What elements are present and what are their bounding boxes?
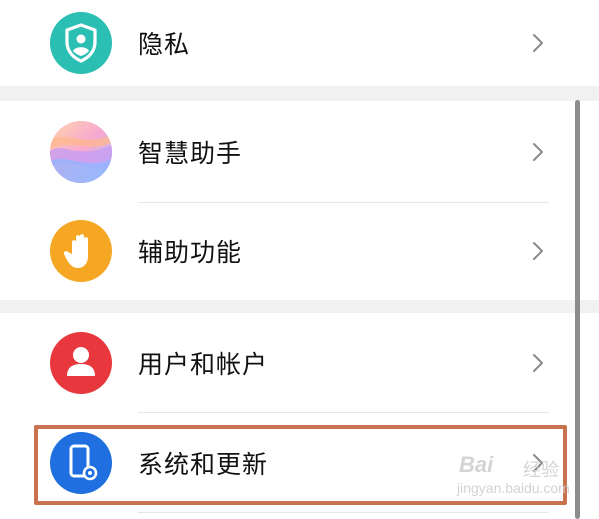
chevron-right-icon bbox=[533, 454, 543, 472]
settings-item-label: 隐私 bbox=[138, 30, 191, 59]
settings-group-privacy: 隐私 bbox=[0, 0, 599, 86]
hand-icon bbox=[50, 220, 112, 282]
chevron-right-icon bbox=[533, 34, 543, 52]
settings-item-label: 用户和帐户 bbox=[138, 350, 269, 379]
settings-item-users-accounts[interactable]: 用户和帐户 bbox=[0, 314, 599, 412]
settings-item-label: 辅助功能 bbox=[138, 238, 243, 267]
settings-item-accessibility[interactable]: 辅助功能 bbox=[0, 202, 599, 300]
settings-screen: 隐私 智慧助手 辅助功能 用户和帐户 系统和更新 Bai 经验 jingyan.… bbox=[0, 0, 599, 519]
settings-group-assist: 智慧助手 辅助功能 bbox=[0, 101, 599, 300]
divider bbox=[138, 512, 549, 513]
divider bbox=[138, 412, 549, 413]
chevron-right-icon bbox=[533, 354, 543, 372]
settings-item-system-update[interactable]: 系统和更新 bbox=[0, 414, 599, 512]
settings-item-label: 系统和更新 bbox=[138, 450, 269, 479]
settings-item-privacy[interactable]: 隐私 bbox=[0, 0, 599, 92]
scrollbar[interactable] bbox=[575, 100, 580, 519]
user-icon bbox=[50, 332, 112, 394]
smart-assistant-icon bbox=[50, 121, 112, 183]
chevron-right-icon bbox=[533, 242, 543, 260]
phone-gear-icon bbox=[50, 432, 112, 494]
settings-group-system: 用户和帐户 系统和更新 bbox=[0, 313, 599, 519]
settings-item-label: 智慧助手 bbox=[138, 139, 243, 168]
privacy-shield-icon bbox=[50, 12, 112, 74]
chevron-right-icon bbox=[533, 143, 543, 161]
settings-item-smart-assistant[interactable]: 智慧助手 bbox=[0, 103, 599, 201]
